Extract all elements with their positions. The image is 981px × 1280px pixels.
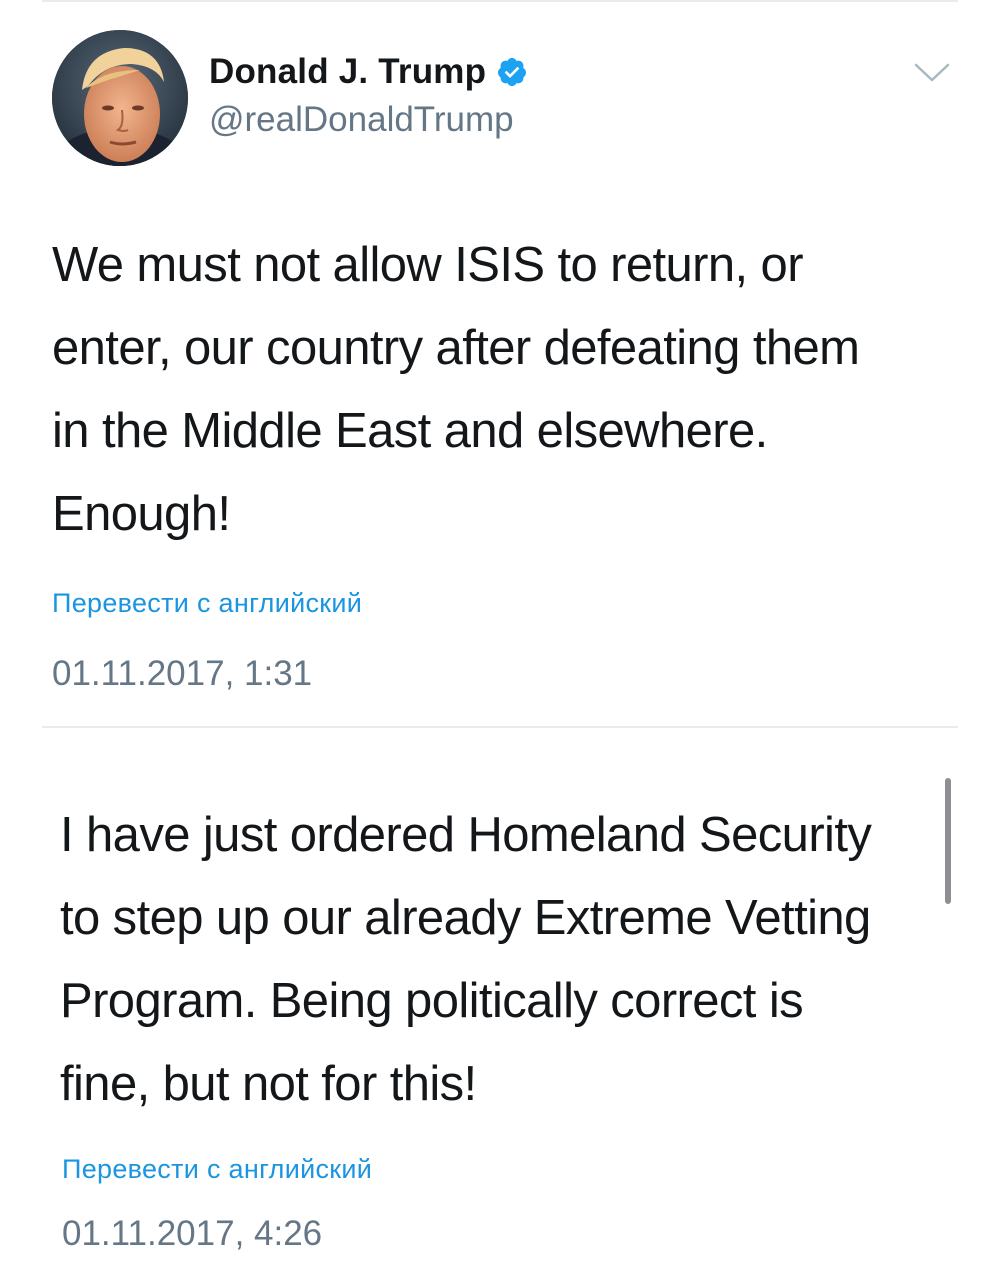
translate-link[interactable]: Перевести с английский	[52, 588, 362, 619]
author-block[interactable]: Donald J. Trump @realDonaldTrump	[209, 50, 528, 140]
tweet-timestamp[interactable]: 01.11.2017, 4:26	[62, 1214, 322, 1254]
chevron-down-icon[interactable]	[914, 62, 950, 84]
verified-badge-icon	[498, 58, 527, 86]
avatar[interactable]	[52, 30, 188, 166]
tweet-text: I have just ordered Homeland Security to…	[60, 808, 872, 1111]
handle[interactable]: @realDonaldTrump	[209, 100, 528, 140]
tweet-text: We must not allow ISIS to return, or ent…	[52, 238, 860, 541]
tweet-divider	[42, 726, 958, 728]
tweet-header: Donald J. Trump @realDonaldTrump	[52, 30, 958, 170]
display-name[interactable]: Donald J. Trump	[209, 52, 486, 92]
translate-link[interactable]: Перевести с английский	[62, 1154, 372, 1185]
display-name-row: Donald J. Trump	[209, 50, 528, 94]
top-divider	[42, 0, 958, 2]
tweet-timestamp[interactable]: 01.11.2017, 1:31	[52, 654, 312, 694]
scrollbar[interactable]	[945, 778, 951, 904]
avatar-image	[52, 30, 188, 166]
